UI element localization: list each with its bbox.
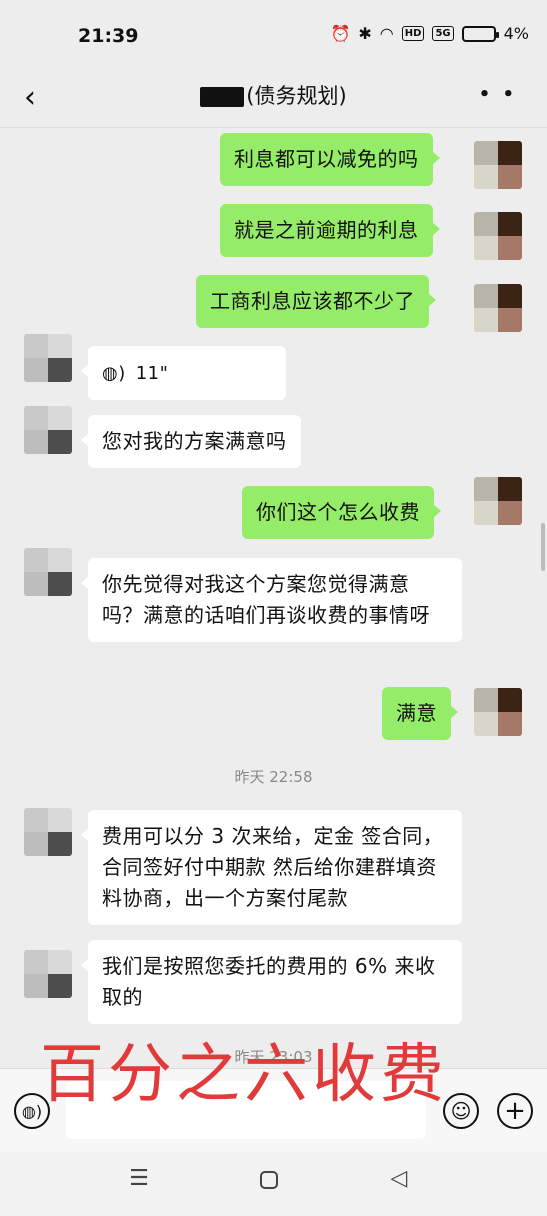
- chat-header: ‹ (债务规划) • •: [0, 72, 547, 128]
- scrollbar[interactable]: [541, 523, 545, 571]
- message-bubble-received[interactable]: 您对我的方案满意吗: [81, 415, 301, 468]
- message-timestamp: 昨天 22:58: [234, 768, 313, 786]
- battery-icon: [461, 25, 499, 42]
- emoji-icon[interactable]: ☺: [443, 1093, 479, 1129]
- alarm-icon: ⏰: [330, 24, 351, 43]
- status-bar: 21:39 ⏰ ✱ ◠ HD 5G 4%: [0, 0, 547, 72]
- message-bubble-sent[interactable]: 工商利息应该都不少了: [196, 275, 436, 328]
- message-bubble-sent[interactable]: 利息都可以减免的吗: [220, 133, 439, 186]
- system-navigation-bar: ☰ ◁: [0, 1152, 547, 1216]
- avatar[interactable]: [474, 477, 522, 525]
- message-bubble-received[interactable]: 费用可以分 3 次来给，定金 签合同，合同签好付中期款 然后给你建群填资料协商，…: [81, 810, 462, 925]
- message-bubble-sent[interactable]: 满意: [382, 687, 458, 740]
- overlay-caption: 百分之六收费: [40, 1038, 448, 1112]
- avatar[interactable]: [24, 334, 72, 382]
- avatar[interactable]: [474, 284, 522, 332]
- avatar[interactable]: [24, 548, 72, 596]
- back-triangle-icon[interactable]: ◁: [381, 1166, 417, 1191]
- avatar[interactable]: [474, 688, 522, 736]
- chat-title-text: (债务规划): [246, 84, 347, 108]
- wifi-icon: ◠: [379, 24, 394, 43]
- hd-icon: HD: [401, 26, 425, 41]
- more-options-icon[interactable]: • •: [479, 84, 517, 105]
- chat-title: (债务规划): [0, 79, 547, 113]
- status-time: 21:39: [78, 25, 139, 47]
- status-icons: ⏰ ✱ ◠ HD 5G 4%: [330, 24, 529, 43]
- message-bubble-sent[interactable]: 就是之前逾期的利息: [220, 204, 439, 257]
- menu-icon[interactable]: ☰: [121, 1166, 157, 1191]
- battery-percent: 4%: [503, 24, 529, 43]
- avatar[interactable]: [474, 212, 522, 260]
- redacted-name: [200, 87, 245, 107]
- signal-icon: 5G: [432, 26, 454, 41]
- home-icon[interactable]: [251, 1166, 287, 1195]
- voice-message-bubble[interactable]: ◍) 11": [81, 346, 286, 400]
- avatar[interactable]: [24, 808, 72, 856]
- message-bubble-sent[interactable]: 你们这个怎么收费: [242, 486, 441, 539]
- avatar[interactable]: [24, 950, 72, 998]
- avatar[interactable]: [474, 141, 522, 189]
- message-bubble-received[interactable]: 你先觉得对我这个方案您觉得满意吗？满意的话咱们再谈收费的事情呀: [81, 558, 462, 642]
- avatar[interactable]: [24, 406, 72, 454]
- bluetooth-icon: ✱: [358, 24, 372, 43]
- plus-icon[interactable]: +: [497, 1093, 533, 1129]
- message-bubble-received[interactable]: 我们是按照您委托的费用的 6% 来收取的: [81, 940, 462, 1024]
- voice-duration: 11": [135, 363, 169, 384]
- chat-messages: 利息都可以减免的吗 就是之前逾期的利息 工商利息应该都不少了 ◍) 11" 您对我…: [0, 128, 547, 1068]
- voice-wave-icon: ◍): [102, 363, 126, 384]
